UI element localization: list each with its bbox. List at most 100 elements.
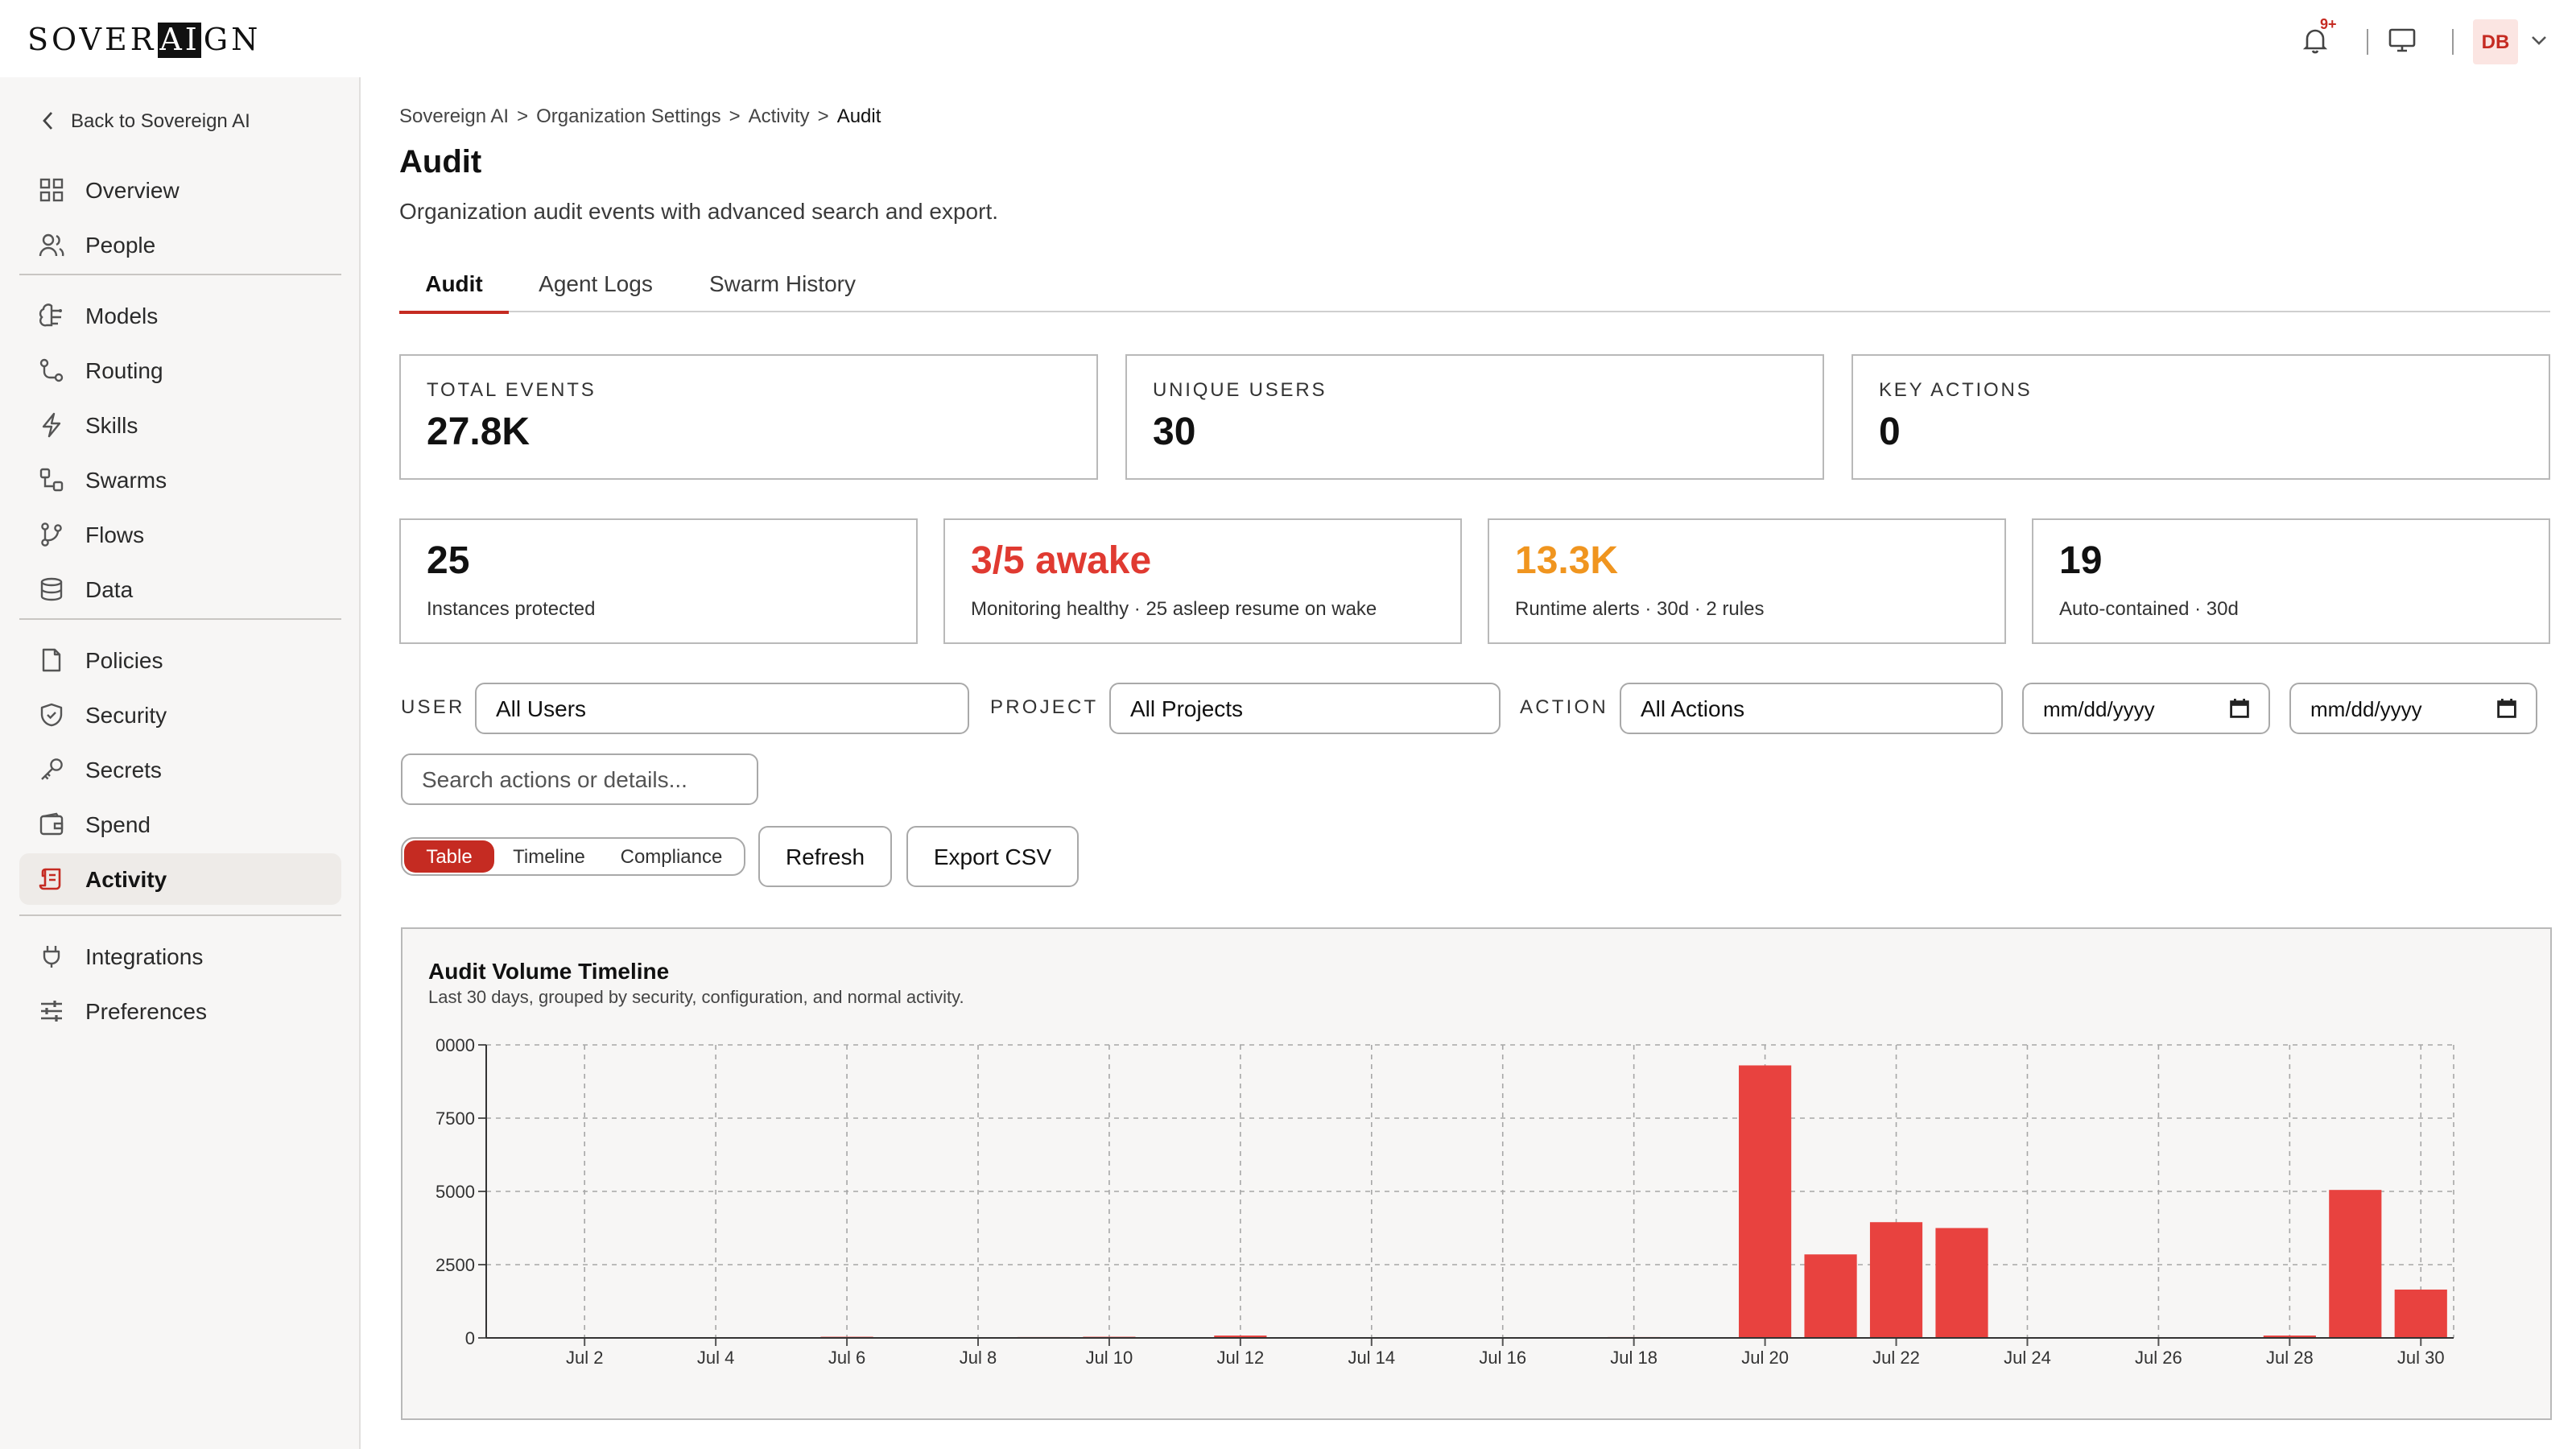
date-to-input[interactable]: mm/dd/yyyy bbox=[2289, 683, 2537, 734]
sidebar-item-routing[interactable]: Routing bbox=[19, 345, 341, 396]
top-bar: SOVER AI GN 9+ DB bbox=[0, 0, 2576, 77]
sidebar-item-label: Integrations bbox=[85, 943, 204, 969]
sidebar-item-label: Swarms bbox=[85, 467, 167, 493]
sidebar-item-people[interactable]: People bbox=[19, 219, 341, 270]
view-toggle-compliance[interactable]: Compliance bbox=[604, 840, 739, 873]
x-tick-label: Jul 2 bbox=[566, 1348, 603, 1368]
sidebar-divider bbox=[19, 274, 341, 275]
view-toggle-table[interactable]: Table bbox=[404, 840, 494, 873]
stat-value: 25 bbox=[427, 539, 470, 583]
sidebar-item-activity[interactable]: Activity bbox=[19, 853, 341, 905]
divider bbox=[2367, 29, 2368, 55]
search-input[interactable]: Search actions or details... bbox=[401, 753, 758, 805]
sidebar-item-label: Routing bbox=[85, 357, 163, 383]
sidebar-item-skills[interactable]: Skills bbox=[19, 399, 341, 451]
sidebar-item-label: Skills bbox=[85, 412, 138, 438]
y-tick-label: 0 bbox=[465, 1328, 475, 1348]
stat-label: UNIQUE USERS bbox=[1153, 378, 1327, 401]
x-tick-label: Jul 10 bbox=[1086, 1348, 1133, 1368]
sidebar-item-secrets[interactable]: Secrets bbox=[19, 744, 341, 795]
sidebar-item-label: Secrets bbox=[85, 757, 162, 782]
x-tick-label: Jul 30 bbox=[2397, 1348, 2445, 1368]
scroll-icon bbox=[39, 868, 61, 890]
grid-icon bbox=[39, 178, 64, 202]
calendar-icon[interactable] bbox=[2497, 699, 2516, 718]
sidebar-item-security[interactable]: Security bbox=[19, 689, 341, 741]
sidebar-item-policies[interactable]: Policies bbox=[19, 634, 341, 686]
database-icon bbox=[40, 577, 63, 601]
stat-caption: Runtime alerts · 30d · 2 rules bbox=[1515, 597, 1765, 620]
divider bbox=[2452, 29, 2454, 55]
view-toggle-timeline[interactable]: Timeline bbox=[494, 840, 604, 873]
plug-icon bbox=[43, 946, 60, 968]
document-icon bbox=[42, 648, 61, 672]
sidebar-item-label: Models bbox=[85, 303, 159, 328]
sidebar-divider bbox=[19, 914, 341, 916]
page-subtitle: Organization audit events with advanced … bbox=[399, 198, 999, 224]
sidebar: Back to Sovereign AI Overview People Mod… bbox=[0, 77, 361, 1449]
chart-bar bbox=[1935, 1228, 1988, 1338]
swarm-icon bbox=[39, 468, 64, 492]
monitor-icon[interactable] bbox=[2388, 27, 2417, 53]
breadcrumb-item[interactable]: Sovereign AI bbox=[399, 105, 509, 127]
sidebar-item-label: Preferences bbox=[85, 998, 207, 1024]
stat-value: 30 bbox=[1153, 411, 1196, 454]
sidebar-item-preferences[interactable]: Preferences bbox=[19, 985, 341, 1037]
breadcrumb-separator: > bbox=[729, 105, 741, 127]
sidebar-item-overview[interactable]: Overview bbox=[19, 164, 341, 216]
stat-label: TOTAL EVENTS bbox=[427, 378, 597, 401]
refresh-button[interactable]: Refresh bbox=[758, 826, 892, 887]
people-icon bbox=[39, 233, 64, 257]
sidebar-item-label: Activity bbox=[85, 866, 167, 892]
y-tick-label: 5000 bbox=[436, 1182, 475, 1202]
chevron-left-icon bbox=[43, 112, 53, 130]
tab-audit[interactable]: Audit bbox=[399, 254, 509, 314]
avatar[interactable]: DB bbox=[2473, 19, 2518, 64]
stat-card-auto-contained: 19 Auto-contained · 30d bbox=[2032, 518, 2550, 644]
sidebar-item-label: Overview bbox=[85, 177, 180, 203]
logo-text-highlight: AI bbox=[158, 23, 202, 58]
breadcrumb-item[interactable]: Organization Settings bbox=[536, 105, 720, 127]
sidebar-item-swarms[interactable]: Swarms bbox=[19, 454, 341, 506]
project-select[interactable]: All Projects bbox=[1109, 683, 1501, 734]
x-tick-label: Jul 26 bbox=[2135, 1348, 2182, 1368]
date-from-input[interactable]: mm/dd/yyyy bbox=[2022, 683, 2270, 734]
stat-card-runtime-alerts: 13.3K Runtime alerts · 30d · 2 rules bbox=[1488, 518, 2006, 644]
key-icon bbox=[41, 758, 63, 780]
export-csv-button[interactable]: Export CSV bbox=[906, 826, 1079, 887]
wallet-icon bbox=[39, 812, 64, 836]
chart-bar bbox=[2329, 1190, 2382, 1338]
x-tick-label: Jul 22 bbox=[1872, 1348, 1920, 1368]
sidebar-item-data[interactable]: Data bbox=[19, 564, 341, 615]
sidebar-item-label: Data bbox=[85, 576, 134, 602]
y-tick-label: 2500 bbox=[436, 1255, 475, 1275]
y-tick-label: 7500 bbox=[436, 1108, 475, 1129]
x-tick-label: Jul 18 bbox=[1610, 1348, 1657, 1368]
chart-plot: 0 2500 5000 7500 0000 Jul 2 Jul 4 Jul 6 Jul 8 Jul… bbox=[436, 1035, 2454, 1368]
sliders-icon bbox=[41, 1001, 62, 1022]
project-filter-label: PROJECT bbox=[990, 696, 1099, 718]
x-tick-label: Jul 4 bbox=[697, 1348, 734, 1368]
user-filter-label: USER bbox=[401, 696, 465, 718]
brain-icon bbox=[39, 303, 62, 327]
sidebar-item-spend[interactable]: Spend bbox=[19, 799, 341, 850]
stat-card-key-actions: KEY ACTIONS 0 bbox=[1852, 354, 2550, 480]
date-from-placeholder: mm/dd/yyyy bbox=[2043, 696, 2155, 720]
sidebar-divider bbox=[19, 618, 341, 620]
tab-swarm-history[interactable]: Swarm History bbox=[696, 254, 869, 312]
sidebar-item-models[interactable]: Models bbox=[19, 290, 341, 341]
logo[interactable]: SOVER AI GN bbox=[27, 23, 261, 58]
action-select[interactable]: All Actions bbox=[1620, 683, 2003, 734]
stat-value: 3/5 awake bbox=[971, 539, 1152, 583]
chevron-down-icon[interactable] bbox=[2531, 34, 2547, 47]
calendar-icon[interactable] bbox=[2230, 699, 2249, 718]
sidebar-item-label: People bbox=[85, 232, 156, 258]
back-link-label: Back to Sovereign AI bbox=[71, 109, 250, 132]
notification-badge: 9+ bbox=[2320, 16, 2337, 32]
sidebar-item-integrations[interactable]: Integrations bbox=[19, 931, 341, 982]
sidebar-item-flows[interactable]: Flows bbox=[19, 509, 341, 560]
back-link[interactable]: Back to Sovereign AI bbox=[42, 109, 250, 132]
breadcrumb-item[interactable]: Activity bbox=[749, 105, 810, 127]
user-select[interactable]: All Users bbox=[475, 683, 969, 734]
tab-agent-logs[interactable]: Agent Logs bbox=[525, 254, 667, 312]
